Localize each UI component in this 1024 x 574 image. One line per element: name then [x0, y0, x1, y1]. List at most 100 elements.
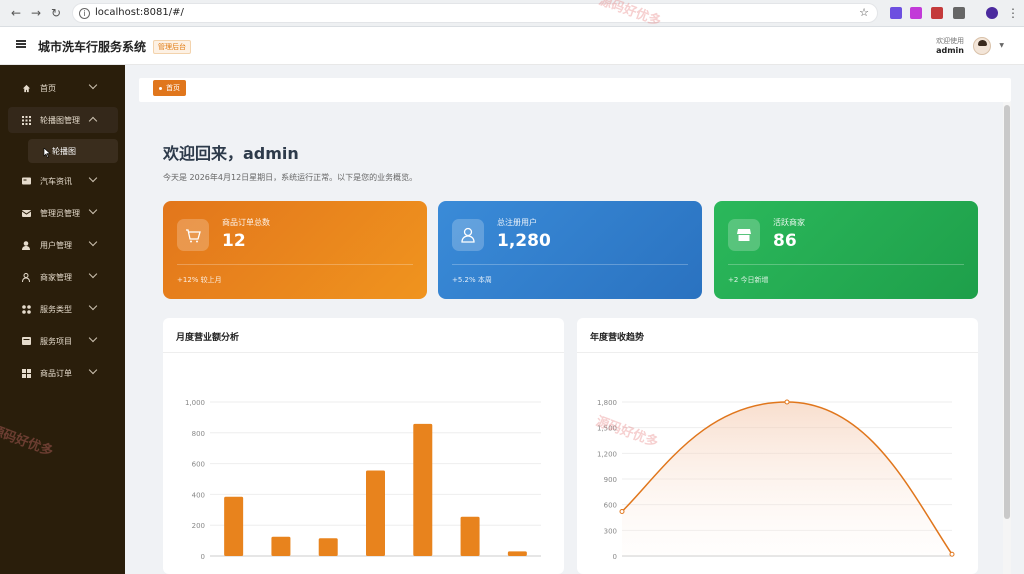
card-divider: [452, 264, 688, 265]
sidebar-item-news[interactable]: 汽车资讯: [8, 168, 118, 194]
chevron-down-icon: [88, 173, 98, 183]
menu-toggle-icon[interactable]: [16, 40, 26, 48]
welcome-text: 欢迎使用: [936, 37, 964, 45]
bookmark-star-icon[interactable]: ☆: [859, 6, 869, 19]
store-icon: [728, 219, 760, 251]
yearly-chart-panel: 年度营收趋势 0 300 600 900 1,200 1,500 1,800 源码好优多: [577, 318, 978, 574]
back-icon[interactable]: ←: [8, 5, 24, 21]
bar: [271, 536, 291, 556]
stat-card-users: 总注册用户 1,280 +5.2% 本周: [438, 201, 702, 299]
chevron-up-icon: [88, 116, 98, 126]
site-info-icon[interactable]: i: [79, 8, 90, 19]
sidebar-item-label: 商品订单: [40, 369, 72, 378]
card-divider: [728, 264, 964, 265]
card-value: 12: [222, 231, 246, 251]
chevron-down-icon: [88, 365, 98, 375]
puzzle-icon[interactable]: [953, 7, 965, 19]
sidebar-item-label: 管理员管理: [40, 209, 80, 218]
sidebar-item-label: 汽车资讯: [40, 177, 72, 186]
admin-badge: 管理后台: [153, 40, 191, 54]
area-chart: 0 300 600 900 1,200 1,500 1,800: [597, 399, 955, 561]
download-extension-icon[interactable]: [910, 7, 922, 19]
user-icon: [22, 241, 30, 250]
card-title: 商品订单总数: [222, 218, 270, 227]
list-icon: [22, 337, 31, 345]
y-tick-label: 0: [613, 553, 617, 561]
sidebar-item-admins[interactable]: 管理员管理: [8, 200, 118, 226]
tab-bar: 首页: [139, 78, 1011, 102]
tiles-icon: [22, 369, 31, 378]
sidebar-item-home[interactable]: 首页: [8, 75, 118, 101]
mail-icon: [21, 209, 32, 217]
y-tick-label: 200: [192, 522, 205, 530]
cart-icon: [177, 219, 209, 251]
sidebar-item-label: 轮播图管理: [40, 116, 80, 125]
sidebar-item-users[interactable]: 用户管理: [8, 232, 118, 258]
stat-card-orders: 商品订单总数 12 +12% 较上月: [163, 201, 427, 299]
sidebar-item-merchants[interactable]: 商家管理: [8, 264, 118, 290]
extension-icon[interactable]: [890, 7, 902, 19]
stat-card-merchants: 活跃商家 86 +2 今日新增: [714, 201, 978, 299]
chevron-down-icon: [88, 301, 98, 311]
card-footer: +12% 较上月: [177, 276, 222, 284]
card-footer: +2 今日新增: [728, 276, 769, 284]
sidebar-item-carousel[interactable]: 轮播图管理: [8, 107, 118, 133]
grid-icon: [22, 116, 31, 125]
tab-home[interactable]: 首页: [153, 80, 186, 96]
apps-icon: [22, 305, 31, 314]
y-tick-label: 1,800: [597, 399, 617, 407]
sidebar-item-label: 服务项目: [40, 337, 72, 346]
bar: [318, 538, 338, 556]
y-tick-label: 0: [201, 553, 205, 561]
scrollbar-thumb[interactable]: [1004, 105, 1010, 519]
y-tick-label: 400: [192, 491, 205, 499]
card-title: 活跃商家: [773, 218, 805, 227]
caret-down-icon[interactable]: ▼: [999, 42, 1004, 49]
sidebar-item-service-types[interactable]: 服务类型: [8, 296, 118, 322]
extension-icon[interactable]: [931, 7, 943, 19]
sidebar-item-label: 商家管理: [40, 273, 72, 282]
card-value: 1,280: [497, 231, 551, 251]
chart-title: 月度营业额分析: [176, 333, 240, 343]
data-point: [619, 509, 625, 515]
address-bar[interactable]: i localhost:8081/#/ ☆: [72, 3, 878, 23]
panel-divider: [163, 352, 564, 353]
chevron-down-icon: [88, 237, 98, 247]
forward-icon[interactable]: →: [28, 5, 44, 21]
y-tick-label: 1,200: [597, 450, 617, 458]
avatar[interactable]: [973, 37, 991, 55]
person-icon: [22, 273, 30, 283]
card-title: 总注册用户: [497, 218, 537, 227]
monthly-chart-panel: 月度营业额分析 0 200 400 600 800 1,000: [163, 318, 564, 574]
sidebar-item-label: 服务类型: [40, 305, 72, 314]
sidebar: 首页 轮播图管理 轮播图 汽车资讯 管理员管理 用户管理 商家管理 服务类型 服…: [0, 65, 125, 574]
user-outline-icon: [452, 219, 484, 251]
bar: [507, 551, 527, 556]
sidebar-item-orders[interactable]: 商品订单: [8, 360, 118, 386]
scrollbar[interactable]: [1003, 102, 1011, 574]
sidebar-subitem-carousel[interactable]: 轮播图: [28, 139, 118, 163]
bar: [224, 496, 244, 556]
data-point: [949, 551, 955, 557]
chevron-down-icon: [88, 333, 98, 343]
chart-title: 年度营收趋势: [590, 333, 645, 343]
bar-chart: 0 200 400 600 800 1,000: [185, 399, 541, 561]
profile-icon[interactable]: [986, 7, 998, 19]
bar: [460, 516, 480, 556]
sidebar-item-label: 用户管理: [40, 241, 72, 250]
browser-toolbar: ← → ↻ i localhost:8081/#/ ☆ ⋮: [0, 0, 1024, 27]
more-icon[interactable]: ⋮: [1005, 5, 1021, 21]
reload-icon[interactable]: ↻: [48, 5, 64, 21]
chevron-down-icon: [88, 269, 98, 279]
user-name: admin: [936, 46, 964, 55]
chevron-down-icon: [88, 205, 98, 215]
sidebar-subitem-label: 轮播图: [52, 147, 76, 156]
page-subtitle: 今天是 2026年4月12日星期日，系统运行正常。以下是您的业务概览。: [163, 173, 418, 182]
sidebar-item-service-items[interactable]: 服务项目: [8, 328, 118, 354]
y-tick-label: 600: [604, 502, 617, 510]
card-divider: [177, 264, 413, 265]
watermark: 源码好优多: [0, 423, 55, 460]
card-value: 86: [773, 231, 797, 251]
data-point: [784, 399, 790, 405]
chevron-down-icon: [88, 80, 98, 90]
